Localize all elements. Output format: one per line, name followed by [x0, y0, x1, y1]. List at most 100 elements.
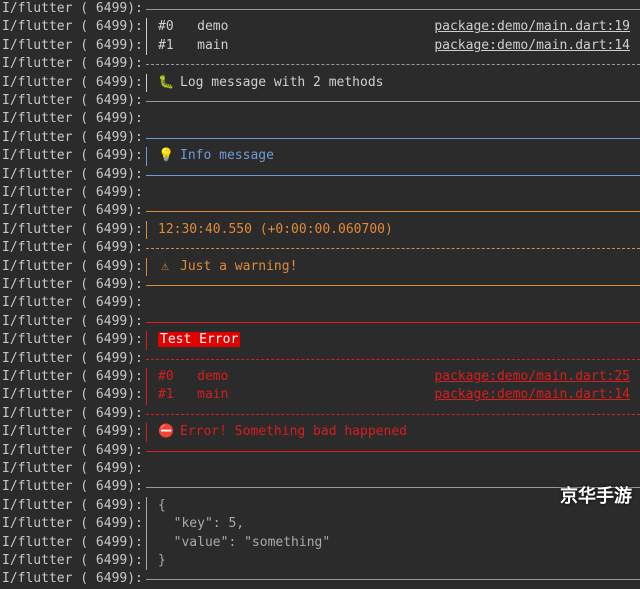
- log-line: I/flutter ( 6499): 12:30:40.550 (+0:00:00…: [0, 220, 640, 240]
- log-message: 🐛 Log message with 2 methods: [158, 74, 384, 92]
- log-content: Test Error: [146, 331, 636, 349]
- log-prefix: I/flutter ( 6499):: [2, 516, 143, 532]
- log-prefix: I/flutter ( 6499):: [2, 129, 143, 145]
- log-line: I/flutter ( 6499):: [0, 202, 640, 220]
- message-text: Log message with 2 methods: [180, 74, 384, 90]
- log-line: I/flutter ( 6499): #0 demo package:demo/ma…: [0, 18, 640, 37]
- log-line: I/flutter ( 6499): #0 demo package:demo/ma…: [0, 368, 640, 387]
- log-message: "value": "something": [158, 534, 331, 552]
- log-prefix: I/flutter ( 6499):: [2, 111, 143, 127]
- log-content: "value": "something": [146, 534, 636, 552]
- log-line: I/flutter ( 6499): ⚠ Just a warning!: [0, 257, 640, 276]
- log-line: I/flutter ( 6499): "key": 5,: [0, 515, 640, 534]
- source-link[interactable]: package:demo/main.dart:25: [434, 368, 630, 386]
- stack-frame: #0 demo: [158, 369, 229, 384]
- log-line: I/flutter ( 6499):: [0, 350, 640, 368]
- box-rule: [146, 579, 640, 581]
- source-link[interactable]: package:demo/main.dart:14: [434, 37, 630, 55]
- log-prefix: I/flutter ( 6499):: [2, 461, 143, 476]
- box-rule: [146, 64, 640, 66]
- log-message: ⛔ Error! Something bad happened: [158, 423, 407, 441]
- log-content: #1 main package:demo/main.dart:14: [146, 37, 636, 55]
- log-prefix: I/flutter ( 6499):: [2, 166, 143, 182]
- log-line: I/flutter ( 6499): ⛔ Error! Something bad …: [0, 423, 640, 442]
- log-line: I/flutter ( 6499):: [0, 313, 640, 331]
- log-prefix: I/flutter ( 6499):: [2, 424, 143, 440]
- log-prefix: I/flutter ( 6499):: [2, 497, 143, 513]
- box-rule: [146, 137, 640, 139]
- log-prefix: I/flutter ( 6499):: [2, 479, 143, 495]
- log-line: I/flutter ( 6499):: [0, 478, 640, 496]
- lightbulb-icon: 💡: [158, 148, 175, 164]
- log-line: I/flutter ( 6499):: [0, 110, 640, 128]
- log-line: I/flutter ( 6499):: [0, 129, 640, 147]
- log-line: I/flutter ( 6499):: [0, 184, 640, 202]
- log-prefix: I/flutter ( 6499):: [2, 56, 143, 72]
- log-content: #0 demo package:demo/main.dart:19: [146, 18, 636, 36]
- no-entry-icon: ⛔: [158, 424, 175, 440]
- log-prefix: I/flutter ( 6499):: [2, 203, 143, 219]
- log-content: ⛔ Error! Something bad happened: [146, 423, 636, 441]
- message-text: "key": 5,: [158, 516, 245, 532]
- log-prefix: I/flutter ( 6499):: [2, 553, 143, 568]
- log-content: #1 main package:demo/main.dart:14: [146, 386, 636, 404]
- log-line: I/flutter ( 6499):: [0, 0, 640, 18]
- log-line: I/flutter ( 6499):: [0, 92, 640, 110]
- log-prefix: I/flutter ( 6499):: [2, 93, 143, 108]
- log-line: I/flutter ( 6499):}: [0, 552, 640, 571]
- box-rule: [146, 211, 640, 213]
- log-prefix: I/flutter ( 6499):: [2, 332, 143, 348]
- box-rule: [146, 358, 640, 360]
- log-line: I/flutter ( 6499):: [0, 276, 640, 294]
- message-text: Just a warning!: [180, 258, 298, 274]
- message-text: "value": "something": [158, 534, 331, 550]
- log-message: 12:30:40.550 (+0:00:00.060700): [158, 221, 393, 239]
- flutter-log-console: I/flutter ( 6499): I/flutter ( 6499): #0 d…: [0, 0, 640, 586]
- log-prefix: I/flutter ( 6499):: [2, 277, 143, 292]
- log-prefix: I/flutter ( 6499):: [2, 185, 143, 200]
- log-line: I/flutter ( 6499):: [0, 166, 640, 184]
- log-prefix: I/flutter ( 6499):: [2, 313, 143, 329]
- log-prefix: I/flutter ( 6499):: [2, 350, 143, 366]
- box-rule: [146, 174, 640, 176]
- log-prefix: I/flutter ( 6499):: [2, 534, 143, 550]
- log-prefix: I/flutter ( 6499):: [2, 37, 143, 53]
- message-text: Info message: [180, 148, 274, 164]
- log-line: I/flutter ( 6499): 🐛 Log message with 2 me…: [0, 73, 640, 92]
- log-line: I/flutter ( 6499):: [0, 442, 640, 460]
- log-content: "key": 5,: [146, 515, 636, 533]
- box-rule: [146, 9, 640, 10]
- log-prefix: I/flutter ( 6499):: [2, 295, 143, 311]
- log-prefix: I/flutter ( 6499):: [2, 442, 143, 458]
- log-content: ⚠ Just a warning!: [146, 258, 636, 276]
- log-message: {: [158, 497, 166, 515]
- stack-frame: #0 demo: [158, 19, 229, 35]
- worm-icon: 🐛: [158, 74, 175, 90]
- box-rule: [146, 248, 640, 250]
- log-message: "key": 5,: [158, 515, 244, 533]
- log-prefix: I/flutter ( 6499):: [2, 240, 143, 256]
- box-rule: [146, 450, 640, 452]
- log-content: 12:30:40.550 (+0:00:00.060700): [146, 221, 636, 239]
- log-content: 🐛 Log message with 2 methods: [146, 74, 636, 92]
- log-prefix: I/flutter ( 6499):: [2, 405, 143, 421]
- message-text: {: [158, 497, 166, 513]
- log-prefix: I/flutter ( 6499):: [2, 221, 143, 237]
- source-link[interactable]: package:demo/main.dart:19: [434, 18, 630, 36]
- log-prefix: I/flutter ( 6499):: [2, 387, 143, 403]
- log-content: #0 demo package:demo/main.dart:25: [146, 368, 636, 386]
- stack-frame: #1 main: [158, 387, 229, 403]
- log-line: I/flutter ( 6499):: [0, 570, 640, 588]
- log-message: ⚠ Just a warning!: [158, 258, 297, 276]
- log-prefix: I/flutter ( 6499):: [2, 571, 143, 587]
- log-prefix: I/flutter ( 6499):: [2, 1, 143, 16]
- log-line: I/flutter ( 6499): {: [0, 496, 640, 516]
- log-prefix: I/flutter ( 6499):: [2, 369, 143, 384]
- log-prefix: I/flutter ( 6499):: [2, 74, 143, 90]
- log-line: I/flutter ( 6499): #1 main package:demo/ma…: [0, 36, 640, 56]
- log-line: I/flutter ( 6499):: [0, 55, 640, 73]
- log-line: I/flutter ( 6499):: [0, 405, 640, 423]
- log-prefix: I/flutter ( 6499):: [2, 258, 143, 274]
- source-link[interactable]: package:demo/main.dart:14: [434, 386, 630, 404]
- log-prefix: I/flutter ( 6499):: [2, 148, 143, 164]
